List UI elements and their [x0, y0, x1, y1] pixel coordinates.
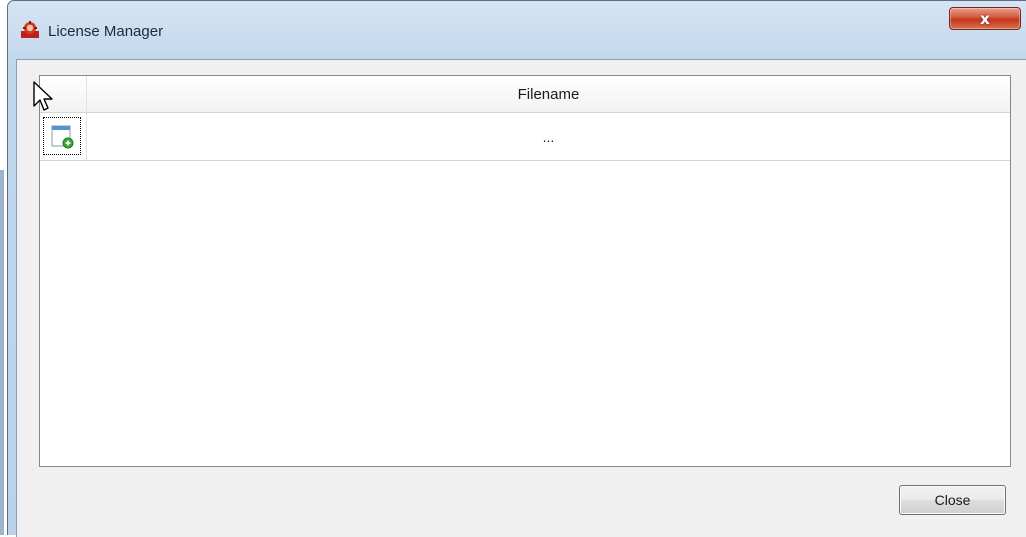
table-header-row: Filename	[40, 76, 1010, 113]
close-button[interactable]: Close	[899, 485, 1006, 515]
license-table[interactable]: Filename ...	[39, 75, 1011, 467]
column-header-filename[interactable]: Filename	[87, 76, 1010, 112]
dialog-client-area: Filename ... Close	[16, 59, 1026, 537]
window-close-button[interactable]: x	[949, 7, 1021, 30]
close-icon: x	[980, 9, 990, 28]
add-file-icon	[51, 125, 74, 149]
table-row[interactable]: ...	[40, 113, 1010, 161]
desktop-edge	[0, 0, 7, 535]
add-license-button[interactable]	[43, 117, 81, 155]
title-bar[interactable]: License Manager x	[8, 1, 1026, 51]
filename-cell[interactable]: ...	[87, 113, 1010, 160]
row-header-cell	[40, 113, 87, 160]
license-manager-window: License Manager x Filename ... Close	[7, 0, 1026, 537]
app-icon	[21, 21, 39, 38]
table-corner-cell[interactable]	[40, 76, 87, 112]
background-window-edge	[0, 170, 4, 535]
window-title: License Manager	[48, 23, 164, 40]
